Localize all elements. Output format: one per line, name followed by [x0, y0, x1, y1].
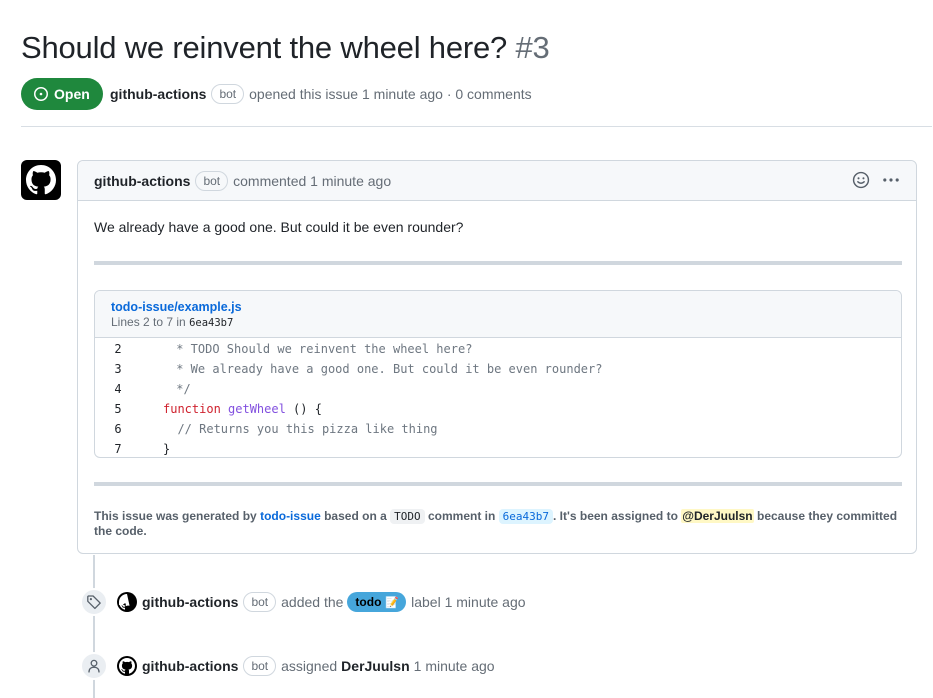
line-number[interactable]: 7 — [95, 442, 141, 456]
code-function-name: getWheel — [228, 402, 286, 416]
tag-icon-badge — [80, 588, 108, 616]
bot-badge: bot — [211, 84, 245, 104]
code-keyword: function — [163, 402, 221, 416]
line-number[interactable]: 6 — [95, 422, 141, 436]
comment-text: We already have a good one. But could it… — [94, 219, 464, 235]
code-text: function getWheel () { — [141, 402, 322, 416]
code-rest: () { — [285, 402, 322, 416]
assignee-link[interactable]: DerJuulsn — [341, 658, 409, 674]
todo-label[interactable]: todo 📝 — [347, 592, 407, 612]
code-lines: 2 * TODO Should we reinvent the wheel he… — [95, 338, 901, 457]
todo-code-chip: TODO — [390, 509, 425, 524]
person-icon-badge — [80, 652, 108, 680]
comment-actions — [852, 171, 900, 189]
issue-title: Should we reinvent the wheel here? #3 — [21, 30, 550, 66]
snippet-sha[interactable]: 6ea43b7 — [189, 317, 233, 329]
bot-badge: bot — [243, 656, 277, 676]
header-divider — [21, 126, 932, 127]
timeline-event-label: github-actions bot added the todo 📝 labe… — [117, 590, 526, 614]
code-text: } — [163, 442, 171, 456]
code-line: 2 * TODO Should we reinvent the wheel he… — [95, 339, 901, 359]
issue-number: #3 — [515, 30, 550, 65]
line-number[interactable]: 5 — [95, 402, 141, 416]
code-text: * We already have a good one. But could … — [169, 362, 603, 376]
comment-author-link[interactable]: github-actions — [94, 173, 190, 189]
code-line: 3 * We already have a good one. But coul… — [95, 359, 901, 379]
code-text: // Returns you this pizza like thing — [163, 422, 438, 436]
issue-author-link[interactable]: github-actions — [110, 86, 206, 102]
user-mention[interactable]: @DerJuulsn — [681, 509, 754, 523]
generated-note: This issue was generated by todo-issue b… — [94, 509, 902, 539]
event-author-link[interactable]: github-actions — [142, 594, 238, 610]
memo-icon: 📝 — [385, 596, 400, 609]
event-time[interactable]: 1 minute ago — [414, 658, 495, 674]
code-text: * TODO Should we reinvent the wheel here… — [169, 342, 473, 356]
code-line: 4 */ — [95, 379, 901, 399]
avatar[interactable] — [117, 592, 137, 612]
issue-meta: github-actions bot opened this issue 1 m… — [110, 84, 532, 104]
commit-sha-link[interactable]: 6ea43b7 — [498, 509, 554, 524]
note-text: based on a — [324, 509, 387, 523]
bot-badge: bot — [195, 170, 229, 191]
code-line: 5 function getWheel () { — [95, 399, 901, 419]
label-name: todo — [355, 595, 382, 609]
issue-opened-icon — [34, 87, 48, 101]
line-number[interactable]: 4 — [95, 382, 141, 396]
avatar[interactable] — [117, 656, 137, 676]
snippet-lines-text: Lines 2 to 7 in — [111, 315, 186, 329]
snippet-lines-info: Lines 2 to 7 in 6ea43b7 — [111, 315, 885, 331]
event-action: added the — [281, 594, 344, 610]
tag-icon — [87, 595, 101, 610]
rule-divider — [94, 482, 902, 486]
snippet-file-link[interactable]: todo-issue/example.js — [111, 299, 885, 315]
event-time[interactable]: label 1 minute ago — [411, 594, 525, 610]
avatar[interactable] — [21, 160, 61, 200]
state-badge: Open — [21, 78, 103, 110]
note-text: This issue was generated by — [94, 509, 257, 523]
github-mark-icon — [119, 658, 135, 674]
event-author-link[interactable]: github-actions — [142, 658, 238, 674]
state-label: Open — [54, 86, 90, 102]
comment-box: github-actions bot commented 1 minute ag… — [77, 160, 917, 554]
bot-badge: bot — [243, 592, 277, 612]
issue-title-text: Should we reinvent the wheel here? — [21, 30, 508, 65]
code-text: */ — [169, 382, 191, 396]
timeline-event-assigned: github-actions bot assigned DerJuulsn 1 … — [117, 654, 495, 678]
smiley-icon[interactable] — [852, 171, 870, 189]
code-line: 7 } — [95, 439, 901, 457]
note-text: . It's been assigned to — [553, 509, 678, 523]
comment-time[interactable]: commented 1 minute ago — [233, 173, 391, 189]
kebab-icon[interactable] — [882, 171, 900, 189]
issue-opened-text: opened this issue 1 minute ago · 0 comme… — [249, 86, 532, 102]
code-line: 6 // Returns you this pizza like thing — [95, 419, 901, 439]
line-number[interactable]: 3 — [95, 362, 141, 376]
rule-divider — [94, 261, 902, 265]
comment-body: We already have a good one. But could it… — [94, 219, 902, 235]
line-number[interactable]: 2 — [95, 342, 141, 356]
todo-issue-link[interactable]: todo-issue — [260, 509, 321, 523]
person-icon — [88, 659, 100, 673]
comment-header: github-actions bot commented 1 minute ag… — [78, 161, 916, 201]
code-snippet: todo-issue/example.js Lines 2 to 7 in 6e… — [94, 290, 902, 458]
github-mark-icon — [26, 165, 56, 195]
note-text: comment in — [427, 509, 496, 523]
github-mark-icon — [119, 594, 130, 610]
event-action: assigned — [281, 658, 338, 674]
snippet-header: todo-issue/example.js Lines 2 to 7 in 6e… — [95, 291, 901, 338]
